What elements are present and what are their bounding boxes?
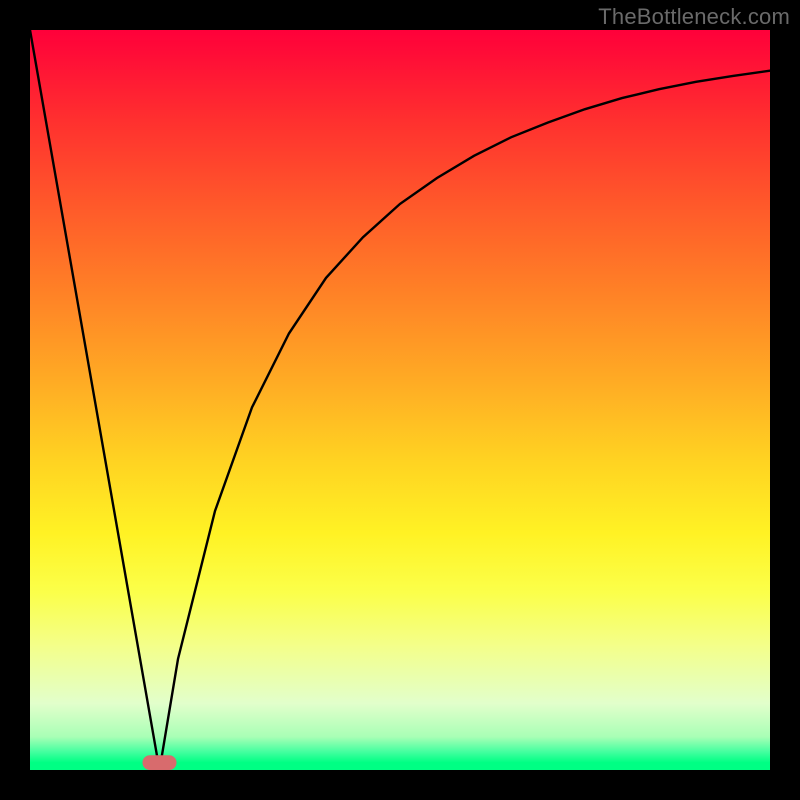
optimal-point-marker <box>142 755 176 770</box>
right-curve <box>160 71 771 770</box>
left-line <box>30 30 160 770</box>
curve-svg <box>30 30 770 770</box>
chart-frame: TheBottleneck.com <box>0 0 800 800</box>
watermark: TheBottleneck.com <box>598 4 790 30</box>
plot-area <box>30 30 770 770</box>
